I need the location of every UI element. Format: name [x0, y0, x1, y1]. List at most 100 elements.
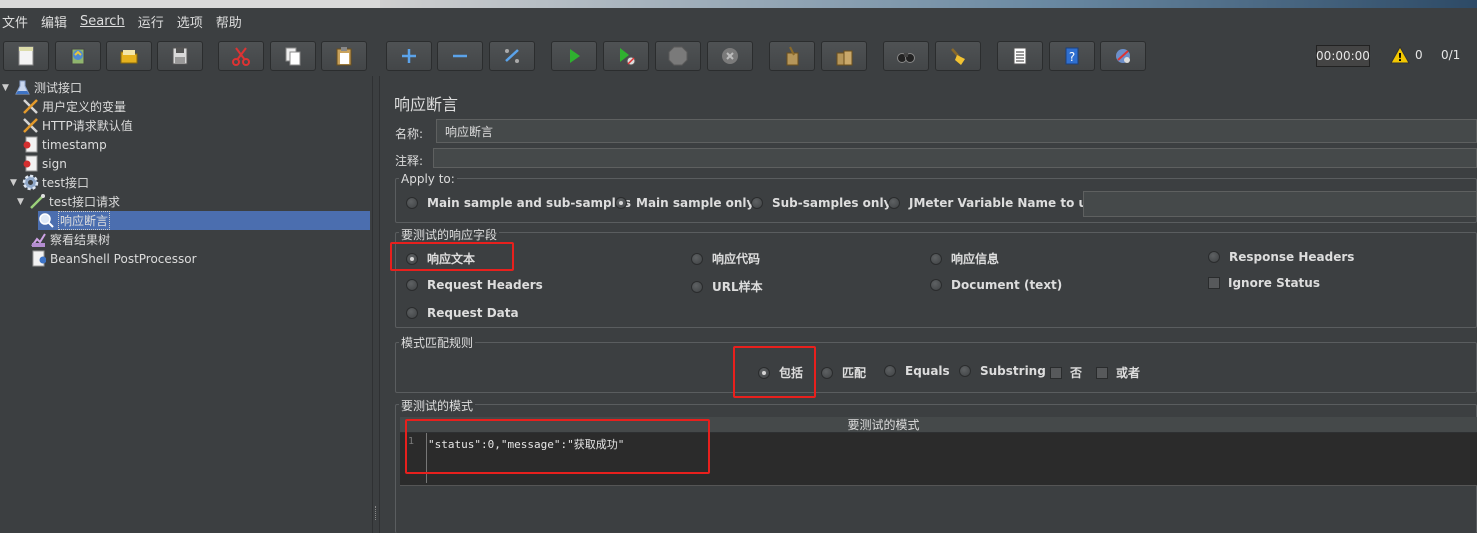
apply-main-and-sub-radio[interactable]: Main sample and sub-samples: [406, 196, 631, 210]
collapse-arrow-icon[interactable]: ▼: [10, 178, 20, 188]
field-document-text-radio[interactable]: Document (text): [930, 278, 1062, 292]
tree-item-sampler[interactable]: ▼ test接口请求: [17, 192, 120, 211]
tree-item-results-tree[interactable]: 察看结果树: [30, 230, 110, 249]
collapse-icon: [453, 54, 467, 58]
svg-text:?: ?: [1069, 50, 1075, 64]
checkbox-icon: [1050, 366, 1062, 379]
search-icon: [897, 53, 915, 63]
shutdown-icon: [722, 48, 738, 64]
new-button[interactable]: [3, 41, 49, 71]
window-title-strip: [0, 0, 1477, 8]
panel-title: 响应断言: [394, 95, 459, 114]
field-response-headers-radio[interactable]: Response Headers: [1208, 250, 1354, 264]
search-button[interactable]: [883, 41, 929, 71]
jmeter-variable-field[interactable]: [1083, 191, 1477, 217]
menu-file[interactable]: 文件: [2, 12, 28, 31]
tree-item-http-defaults[interactable]: HTTP请求默认值: [22, 116, 133, 135]
apply-main-only-radio[interactable]: Main sample only: [615, 196, 754, 210]
radio-icon: [821, 366, 833, 379]
warning-count: 0: [1415, 48, 1423, 62]
tree-item-response-assertion[interactable]: 响应断言: [38, 211, 370, 230]
name-field-value: 响应断言: [445, 124, 494, 139]
rule-not-checkbox[interactable]: 否: [1050, 364, 1082, 381]
field-response-message-radio[interactable]: 响应信息: [930, 250, 999, 267]
radio-icon: [959, 365, 971, 377]
function-helper-button[interactable]: [997, 41, 1043, 71]
sampler-icon: [29, 193, 46, 210]
active-threads: 0/1: [1441, 48, 1461, 62]
radio-icon: [691, 252, 703, 265]
field-request-data-radio[interactable]: Request Data: [406, 306, 519, 320]
toggle-button[interactable]: [489, 41, 535, 71]
cut-button[interactable]: [218, 41, 264, 71]
warning-icon[interactable]: !: [1390, 46, 1410, 64]
name-field[interactable]: 响应断言: [436, 119, 1477, 143]
tree-item-thread-group[interactable]: ▼ test接口: [10, 173, 89, 192]
tree-item-timestamp[interactable]: timestamp: [22, 135, 107, 154]
rule-or-checkbox[interactable]: 或者: [1096, 364, 1140, 381]
radio-icon: [1208, 251, 1220, 263]
rule-matches-radio[interactable]: 匹配: [821, 364, 866, 381]
help-icon: ?: [1065, 47, 1079, 65]
clear-icon: [786, 46, 799, 66]
menu-search[interactable]: Search: [80, 14, 125, 29]
apply-jmeter-variable-radio[interactable]: JMeter Variable Name to use: [888, 196, 1102, 210]
radio-icon: [884, 365, 896, 377]
tree-item-test-plan[interactable]: ▼ 测试接口: [2, 78, 82, 97]
expand-all-button[interactable]: [386, 41, 432, 71]
help-button[interactable]: ?: [1049, 41, 1095, 71]
menu-options[interactable]: 选项: [177, 12, 203, 31]
tree-item-postprocessor[interactable]: BeanShell PostProcessor: [30, 249, 197, 268]
menu-edit[interactable]: 编辑: [41, 12, 67, 31]
postprocessor-icon: [30, 250, 47, 267]
radio-icon: [406, 197, 418, 209]
save-button[interactable]: [157, 41, 203, 71]
shutdown-button[interactable]: [707, 41, 753, 71]
apply-sub-only-radio[interactable]: Sub-samples only: [751, 196, 891, 210]
clear-button[interactable]: [769, 41, 815, 71]
name-label: 名称:: [395, 127, 424, 141]
config-element-icon: [22, 117, 39, 134]
comment-field[interactable]: [433, 148, 1477, 168]
radio-icon: [691, 280, 703, 293]
splitter[interactable]: [372, 76, 380, 533]
rule-substring-radio[interactable]: Substring: [959, 364, 1046, 378]
menu-bar: 文件 编辑 Search 运行 选项 帮助: [0, 8, 1477, 34]
radio-icon: [751, 197, 763, 209]
expand-icon: [402, 49, 416, 63]
stop-icon: [668, 46, 688, 66]
splitter-grip-icon[interactable]: [375, 506, 378, 520]
thread-group-icon: [22, 174, 39, 191]
beanshell-preprocessor-icon: [22, 136, 39, 153]
template-icon: [71, 48, 85, 65]
radio-icon: [406, 307, 418, 319]
clear-all-button[interactable]: [821, 41, 867, 71]
field-response-code-radio[interactable]: 响应代码: [691, 250, 760, 267]
paste-button[interactable]: [321, 41, 367, 71]
tree-item-sign[interactable]: sign: [22, 154, 67, 173]
collapse-all-button[interactable]: [437, 41, 483, 71]
templates-button[interactable]: [55, 41, 101, 71]
rule-equals-radio[interactable]: Equals: [884, 364, 950, 378]
collapse-arrow-icon[interactable]: ▼: [17, 197, 27, 207]
start-no-pauses-button[interactable]: [603, 41, 649, 71]
collapse-arrow-icon[interactable]: ▼: [2, 83, 12, 93]
patterns-title: 要测试的模式: [399, 397, 476, 414]
tree-item-user-variables[interactable]: 用户定义的变量: [22, 97, 126, 116]
menu-run[interactable]: 运行: [138, 12, 164, 31]
start-button[interactable]: [551, 41, 597, 71]
open-button[interactable]: [106, 41, 152, 71]
field-request-headers-radio[interactable]: Request Headers: [406, 278, 543, 292]
test-plan-tree: ▼ 测试接口 用户定义的变量 HTTP请求默认值 timestamp sign …: [0, 76, 372, 533]
copy-button[interactable]: [270, 41, 316, 71]
field-url-sampled-radio[interactable]: URL样本: [691, 278, 763, 295]
menu-help[interactable]: 帮助: [216, 12, 242, 31]
radio-icon: [930, 252, 942, 265]
function-helper-icon: [1013, 47, 1027, 65]
ignore-status-checkbox[interactable]: Ignore Status: [1208, 276, 1320, 290]
new-icon: [18, 46, 34, 66]
remote-button[interactable]: [1100, 41, 1146, 71]
reset-search-button[interactable]: [935, 41, 981, 71]
highlight-pattern: [405, 419, 710, 474]
stop-button[interactable]: [655, 41, 701, 71]
